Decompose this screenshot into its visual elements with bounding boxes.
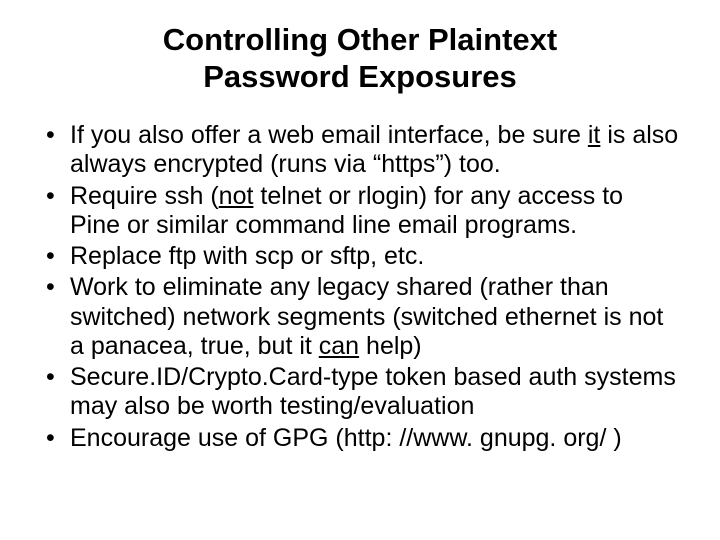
bullet-text: Secure.ID/Crypto.Card-type token based a… xyxy=(70,363,676,420)
bullet-list: If you also offer a web email interface,… xyxy=(40,121,680,453)
bullet-text: help) xyxy=(359,332,422,360)
slide: Controlling Other Plaintext Password Exp… xyxy=(0,0,720,540)
bullet-text: If you also offer a web email interface,… xyxy=(70,121,588,149)
list-item: Encourage use of GPG (http: //www. gnupg… xyxy=(40,424,680,453)
list-item: Work to eliminate any legacy shared (rat… xyxy=(40,273,680,361)
list-item: Replace ftp with scp or sftp, etc. xyxy=(40,242,680,271)
list-item: Secure.ID/Crypto.Card-type token based a… xyxy=(40,363,680,422)
title-line-1: Controlling Other Plaintext xyxy=(163,22,557,57)
title-line-2: Password Exposures xyxy=(203,59,517,94)
list-item: If you also offer a web email interface,… xyxy=(40,121,680,180)
underlined-text: can xyxy=(319,332,359,360)
bullet-text: Require ssh ( xyxy=(70,182,219,210)
list-item: Require ssh (not telnet or rlogin) for a… xyxy=(40,182,680,241)
underlined-text: it xyxy=(588,121,601,149)
bullet-text: Encourage use of GPG (http: //www. gnupg… xyxy=(70,424,622,452)
underlined-text: not xyxy=(219,182,254,210)
slide-title: Controlling Other Plaintext Password Exp… xyxy=(40,22,680,95)
bullet-text: Replace ftp with scp or sftp, etc. xyxy=(70,242,424,270)
